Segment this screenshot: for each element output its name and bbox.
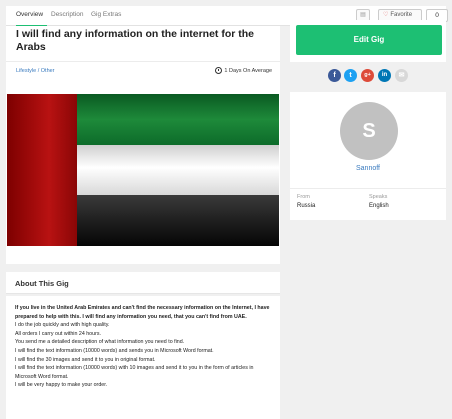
- about-paragraph: I will find the text information (10000 …: [15, 365, 254, 380]
- about-heading: About This Gig: [15, 279, 69, 288]
- tab-overview[interactable]: Overview: [16, 11, 43, 18]
- favorite-label: Favorite: [390, 12, 413, 18]
- about-paragraph: You send me a detailed description of wh…: [15, 339, 185, 346]
- flag-black-band: [77, 195, 279, 246]
- clock-icon: [215, 67, 223, 74]
- gig-image-uae-flag[interactable]: [7, 94, 279, 246]
- seller-profile-card: S Sannoff From Russia Speaks English: [290, 92, 446, 220]
- flag-white-band: [77, 145, 279, 195]
- about-paragraph: I will find the text information (10000 …: [15, 347, 214, 354]
- gig-title: I will find any information on the inter…: [16, 28, 254, 53]
- flag-green-band: [77, 94, 279, 145]
- about-paragraph: I will be very happy to make your order.: [15, 382, 108, 389]
- about-paragraph: All orders I carry out within 24 hours.: [15, 330, 101, 337]
- gig-category-link[interactable]: Lifestyle / Other: [16, 68, 55, 74]
- from-value: Russia: [297, 203, 316, 209]
- heart-icon: ♡: [383, 12, 389, 18]
- linkedin-icon[interactable]: in: [378, 69, 391, 82]
- delivery-text: 1 Days On Average: [224, 68, 272, 74]
- flag-red-band: [7, 94, 77, 246]
- about-section-header: About This Gig: [6, 272, 280, 294]
- google-plus-icon[interactable]: g+: [361, 69, 374, 82]
- edit-gig-card: Edit Gig: [290, 20, 446, 62]
- edit-gig-button[interactable]: Edit Gig: [296, 25, 442, 55]
- share-icons: f t g+ in ✉: [328, 69, 418, 83]
- speaks-label: Speaks: [369, 194, 388, 200]
- seller-username[interactable]: Sannoff: [290, 165, 446, 172]
- tab-description[interactable]: Description: [51, 11, 84, 18]
- about-paragraph: If you live in the United Arab Emirates …: [15, 305, 270, 320]
- tab-gig-extras[interactable]: Gig Extras: [91, 11, 121, 18]
- about-paragraph: I will find the 30 images and send it to…: [15, 356, 156, 363]
- email-icon[interactable]: ✉: [395, 69, 408, 82]
- avatar[interactable]: S: [340, 102, 398, 160]
- gig-main-card: I will find any information on the inter…: [6, 26, 280, 264]
- from-label: From: [297, 194, 310, 200]
- twitter-icon[interactable]: t: [344, 69, 357, 82]
- divider: [6, 61, 280, 62]
- about-description: If you live in the United Arab Emirates …: [6, 296, 280, 419]
- speaks-value: English: [369, 203, 389, 209]
- facebook-icon[interactable]: f: [328, 69, 341, 82]
- about-paragraph: I do the job quickly and with high quali…: [15, 322, 110, 329]
- delivery-time: 1 Days On Average: [215, 67, 272, 74]
- divider: [290, 188, 446, 189]
- gig-page: Overview Description Gig Extras ▤ ♡ Favor…: [0, 0, 452, 419]
